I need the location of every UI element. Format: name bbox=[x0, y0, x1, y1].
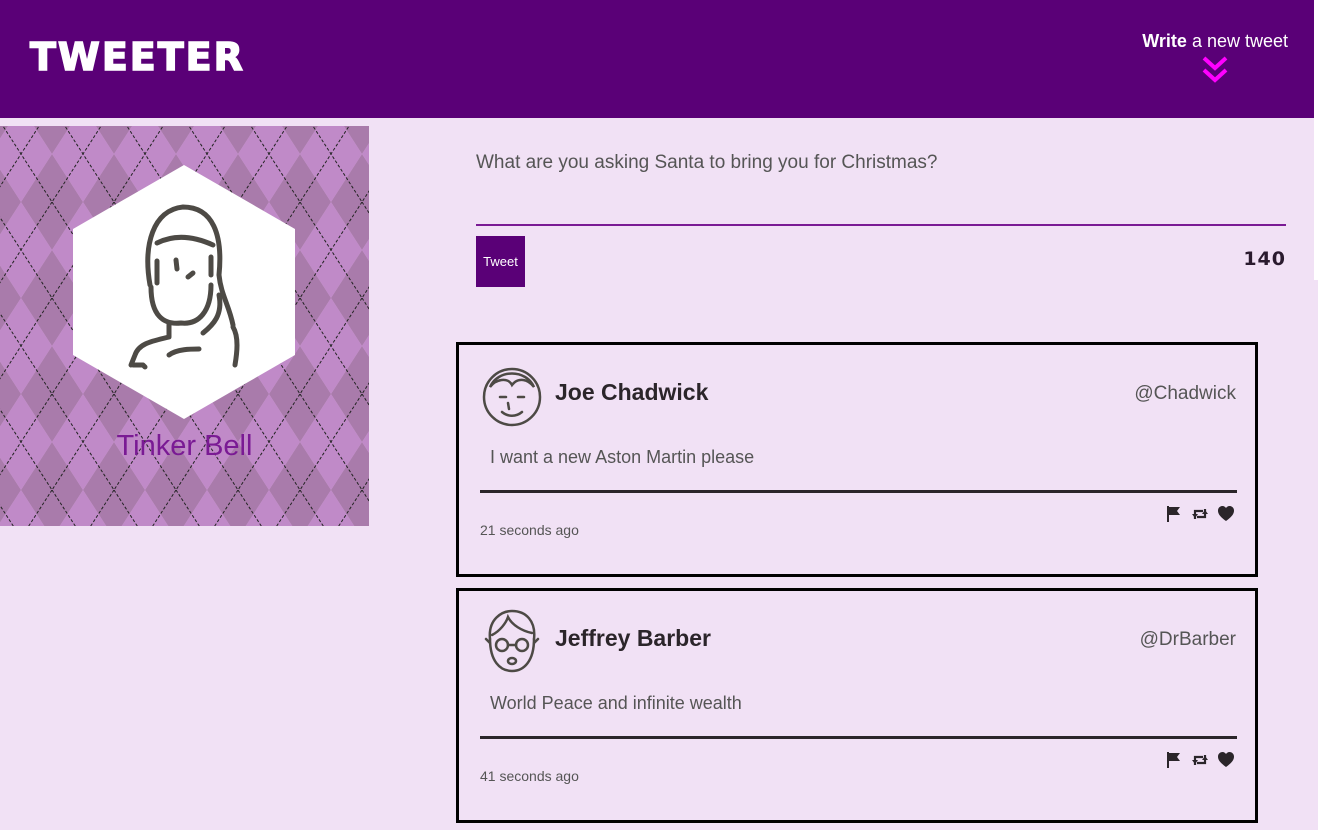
heart-icon[interactable] bbox=[1217, 505, 1235, 523]
avatar-joe bbox=[482, 367, 542, 427]
compose-toggle-bold: Write bbox=[1142, 31, 1187, 51]
profile-card: Tinker Bell bbox=[0, 126, 369, 526]
tweet-timestamp: 41 seconds ago bbox=[480, 768, 579, 784]
profile-avatar bbox=[73, 165, 295, 419]
tweet-actions bbox=[1165, 751, 1235, 769]
profile-name: Tinker Bell bbox=[116, 430, 253, 462]
compose-toggle-rest: a new tweet bbox=[1186, 31, 1288, 51]
tweet-actions bbox=[1165, 505, 1235, 523]
tweet-card: Jeffrey Barber @DrBarber World Peace and… bbox=[456, 588, 1258, 823]
retweet-icon[interactable] bbox=[1191, 751, 1209, 769]
heart-icon[interactable] bbox=[1217, 751, 1235, 769]
tweet-author-handle[interactable]: @DrBarber bbox=[1140, 629, 1236, 651]
flag-icon[interactable] bbox=[1165, 505, 1183, 523]
tweet-textarea[interactable] bbox=[476, 150, 1286, 226]
scrollbar-thumb[interactable] bbox=[1314, 0, 1318, 280]
tweet-author-handle[interactable]: @Chadwick bbox=[1134, 383, 1236, 405]
tweet-divider bbox=[480, 490, 1237, 493]
write-new-tweet-toggle[interactable]: Write a new tweet bbox=[1142, 30, 1288, 86]
top-nav: TWEETER Write a new tweet bbox=[0, 0, 1314, 118]
double-chevron-down-icon bbox=[1202, 56, 1228, 83]
brand-logo[interactable]: TWEETER bbox=[29, 34, 245, 80]
char-counter: 140 bbox=[1243, 248, 1286, 270]
flag-icon[interactable] bbox=[1165, 751, 1183, 769]
avatar-jeffrey bbox=[484, 609, 540, 673]
tweet-timestamp: 21 seconds ago bbox=[480, 522, 579, 538]
tweet-body: I want a new Aston Martin please bbox=[490, 447, 755, 467]
tweet-divider bbox=[480, 736, 1237, 739]
tweet-card: Joe Chadwick @Chadwick I want a new Asto… bbox=[456, 342, 1258, 577]
tweet-author-name: Jeffrey Barber bbox=[555, 625, 711, 651]
retweet-icon[interactable] bbox=[1191, 505, 1209, 523]
tweet-body: World Peace and infinite wealth bbox=[490, 693, 742, 713]
tweet-button[interactable]: Tweet bbox=[476, 236, 525, 287]
tweet-composer: Tweet 140 bbox=[476, 150, 1286, 287]
scrollbar[interactable] bbox=[1314, 0, 1318, 830]
tweet-author-name: Joe Chadwick bbox=[555, 379, 709, 405]
